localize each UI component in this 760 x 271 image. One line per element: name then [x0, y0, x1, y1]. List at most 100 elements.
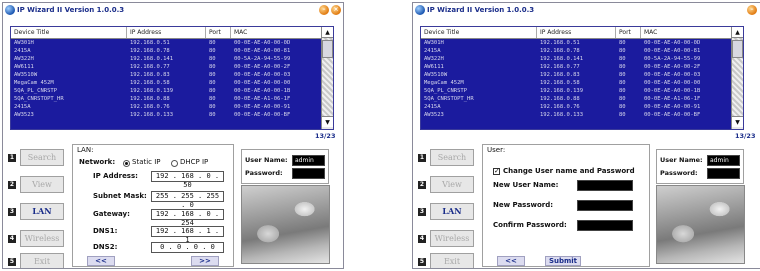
minimize-button[interactable]: –	[747, 5, 757, 15]
dns2-field[interactable]: 0 . 0 . 0 . 0	[151, 242, 224, 253]
cell-ip: 192.168.0.51	[130, 40, 170, 46]
view-button[interactable]: View	[20, 176, 64, 193]
gateway-label: Gateway:	[93, 210, 130, 218]
dhcp-ip-radio[interactable]	[171, 160, 178, 167]
next-button[interactable]: >>	[191, 256, 219, 266]
minimize-button[interactable]: –	[319, 5, 329, 15]
cell-mac: 00-0E-AE-A0-00-2F	[644, 64, 701, 70]
scroll-up-icon[interactable]: ▲	[322, 27, 333, 38]
close-button[interactable]: ×	[331, 5, 341, 15]
wireless-button[interactable]: Wireless	[20, 230, 64, 247]
column-ip-address[interactable]: IP Address	[537, 27, 616, 38]
subnet-mask-label: Subnet Mask:	[93, 192, 147, 200]
scroll-up-icon[interactable]: ▲	[732, 27, 743, 38]
back-button[interactable]: <<	[87, 256, 115, 266]
scroll-thumb[interactable]	[322, 40, 333, 58]
table-row[interactable]: 5QA_CNRSTOPT_HR 192.168.0.88 80 00-0E-AE-A1…	[421, 95, 743, 103]
user-name-field[interactable]: admin	[707, 155, 740, 166]
table-scrollbar[interactable]: ▲ ▼	[321, 27, 333, 129]
change-credentials-checkbox[interactable]: ✓	[493, 168, 500, 175]
lan-button[interactable]: LAN	[430, 203, 474, 220]
table-row[interactable]: AW301H 192.168.0.51 80 00-0E-AE-A0-00-0D	[11, 39, 333, 47]
new-user-name-field[interactable]	[577, 180, 633, 191]
cell-mac: 00-0E-AE-A0-00-81	[234, 48, 291, 54]
cell-port: 80	[619, 72, 626, 78]
table-row[interactable]: 2415A 192.168.0.76 80 00-0E-AE-A0-00-91	[421, 103, 743, 111]
column-device-title[interactable]: Device Title	[421, 27, 537, 38]
password-field[interactable]	[292, 168, 325, 179]
gateway-field[interactable]: 192 . 168 . 0 . 254	[151, 209, 224, 227]
cell-port: 80	[619, 88, 626, 94]
cell-device-title: AW322H	[14, 56, 34, 62]
cell-device-title: 5QA_PL_CNRSTP	[14, 88, 58, 94]
cell-port: 80	[619, 80, 626, 86]
dns2-label: DNS2:	[93, 243, 118, 251]
table-row[interactable]: AW3510W 192.168.0.83 80 00-0E-AE-A0-00-03	[11, 71, 333, 79]
dns1-field[interactable]: 192 . 168 . 1 . 1	[151, 226, 224, 244]
subnet-mask-field[interactable]: 255 . 255 . 255 . 0	[151, 191, 224, 209]
column-mac[interactable]: MAC	[231, 27, 323, 38]
table-row[interactable]: 5QA_PL_CNRSTP 192.168.0.139 80 00-0E-AE-A0-…	[421, 87, 743, 95]
step-number: 4	[418, 235, 426, 243]
device-counter: 13/23	[315, 132, 336, 140]
column-mac[interactable]: MAC	[641, 27, 733, 38]
column-ip-address[interactable]: IP Address	[127, 27, 206, 38]
cell-device-title: AW6111	[14, 64, 34, 70]
cell-device-title: 5QA_CNRSTOPT_HR	[14, 96, 64, 102]
table-row[interactable]: AW6111 192.168.0.77 80 00-0E-AE-A0-00-2F	[421, 63, 743, 71]
app-icon	[415, 5, 425, 15]
ip-address-label: IP Address:	[93, 172, 138, 180]
table-row[interactable]: 5QA_CNRSTOPT_HR 192.168.0.88 80 00-0E-AE-A1…	[11, 95, 333, 103]
cell-device-title: 2415A	[424, 104, 441, 110]
table-row[interactable]: AW3523 192.168.0.133 80 00-0E-AE-A0-00-BF	[421, 111, 743, 119]
exit-button[interactable]: Exit	[430, 253, 474, 268]
cell-mac: 00-0E-AE-A0-00-91	[644, 104, 701, 110]
scroll-down-icon[interactable]: ▼	[732, 116, 743, 127]
cell-port: 80	[619, 112, 626, 118]
table-row[interactable]: AW322H 192.168.0.141 80 00-5A-2A-94-55-99	[11, 55, 333, 63]
column-device-title[interactable]: Device Title	[11, 27, 127, 38]
device-table: Device Title IP Address Port MAC AW301H 1…	[10, 26, 334, 130]
wireless-button[interactable]: Wireless	[430, 230, 474, 247]
cell-ip: 192.168.0.58	[540, 80, 580, 86]
cell-mac: 00-0E-AE-A0-00-0D	[234, 40, 291, 46]
view-button[interactable]: View	[430, 176, 474, 193]
ip-address-field[interactable]: 192 . 168 . 0 . 50	[151, 171, 224, 189]
cell-mac: 00-0E-AE-A0-00-81	[644, 48, 701, 54]
table-row[interactable]: MegaCam 452M 192.168.0.58 80 00-0E-AE-A0-00…	[11, 79, 333, 87]
table-row[interactable]: AW322H 192.168.0.141 80 00-5A-2A-94-55-99	[421, 55, 743, 63]
column-port[interactable]: Port	[206, 27, 231, 38]
table-row[interactable]: AW3510W 192.168.0.83 80 00-0E-AE-A0-00-03	[421, 71, 743, 79]
search-button[interactable]: Search	[430, 149, 474, 166]
lan-button[interactable]: LAN	[20, 203, 64, 220]
scroll-down-icon[interactable]: ▼	[322, 116, 333, 127]
cell-mac: 00-0E-AE-A0-00-00	[644, 80, 701, 86]
ip-wizard-window-lan: IP Wizard II Version 1.0.0.3 – × Device …	[2, 2, 344, 269]
cell-device-title: 5QA_CNRSTOPT_HR	[424, 96, 474, 102]
table-row[interactable]: 2415A 192.168.0.78 80 00-0E-AE-A0-00-81	[421, 47, 743, 55]
table-header: Device Title IP Address Port MAC	[421, 27, 743, 39]
column-port[interactable]: Port	[616, 27, 641, 38]
table-row[interactable]: AW6111 192.168.0.77 80 00-0E-AE-A0-00-2F	[11, 63, 333, 71]
scroll-thumb[interactable]	[732, 40, 743, 58]
exit-button[interactable]: Exit	[20, 253, 64, 268]
table-row[interactable]: 5QA_PL_CNRSTP 192.168.0.139 80 00-0E-AE-A0-…	[11, 87, 333, 95]
cell-mac: 00-0E-AE-A0-00-00	[234, 80, 291, 86]
table-row[interactable]: 2415A 192.168.0.78 80 00-0E-AE-A0-00-81	[11, 47, 333, 55]
submit-button[interactable]: Submit	[545, 256, 581, 266]
step-number: 4	[8, 235, 16, 243]
table-row[interactable]: AW301H 192.168.0.51 80 00-0E-AE-A0-00-0D	[421, 39, 743, 47]
table-row[interactable]: MegaCam 452M 192.168.0.58 80 00-0E-AE-A0-00…	[421, 79, 743, 87]
cell-device-title: 2415A	[14, 48, 31, 54]
password-field[interactable]	[707, 168, 740, 179]
table-row[interactable]: AW3523 192.168.0.133 80 00-0E-AE-A0-00-BF	[11, 111, 333, 119]
user-name-field[interactable]: admin	[292, 155, 325, 166]
search-button[interactable]: Search	[20, 149, 64, 166]
table-row[interactable]: 2415A 192.168.0.76 80 00-0E-AE-A0-00-91	[11, 103, 333, 111]
confirm-password-field[interactable]	[577, 220, 633, 231]
back-button[interactable]: <<	[497, 256, 525, 266]
new-password-field[interactable]	[577, 200, 633, 211]
table-scrollbar[interactable]: ▲ ▼	[731, 27, 743, 129]
static-ip-radio[interactable]	[123, 160, 130, 167]
step-number: 2	[8, 181, 16, 189]
